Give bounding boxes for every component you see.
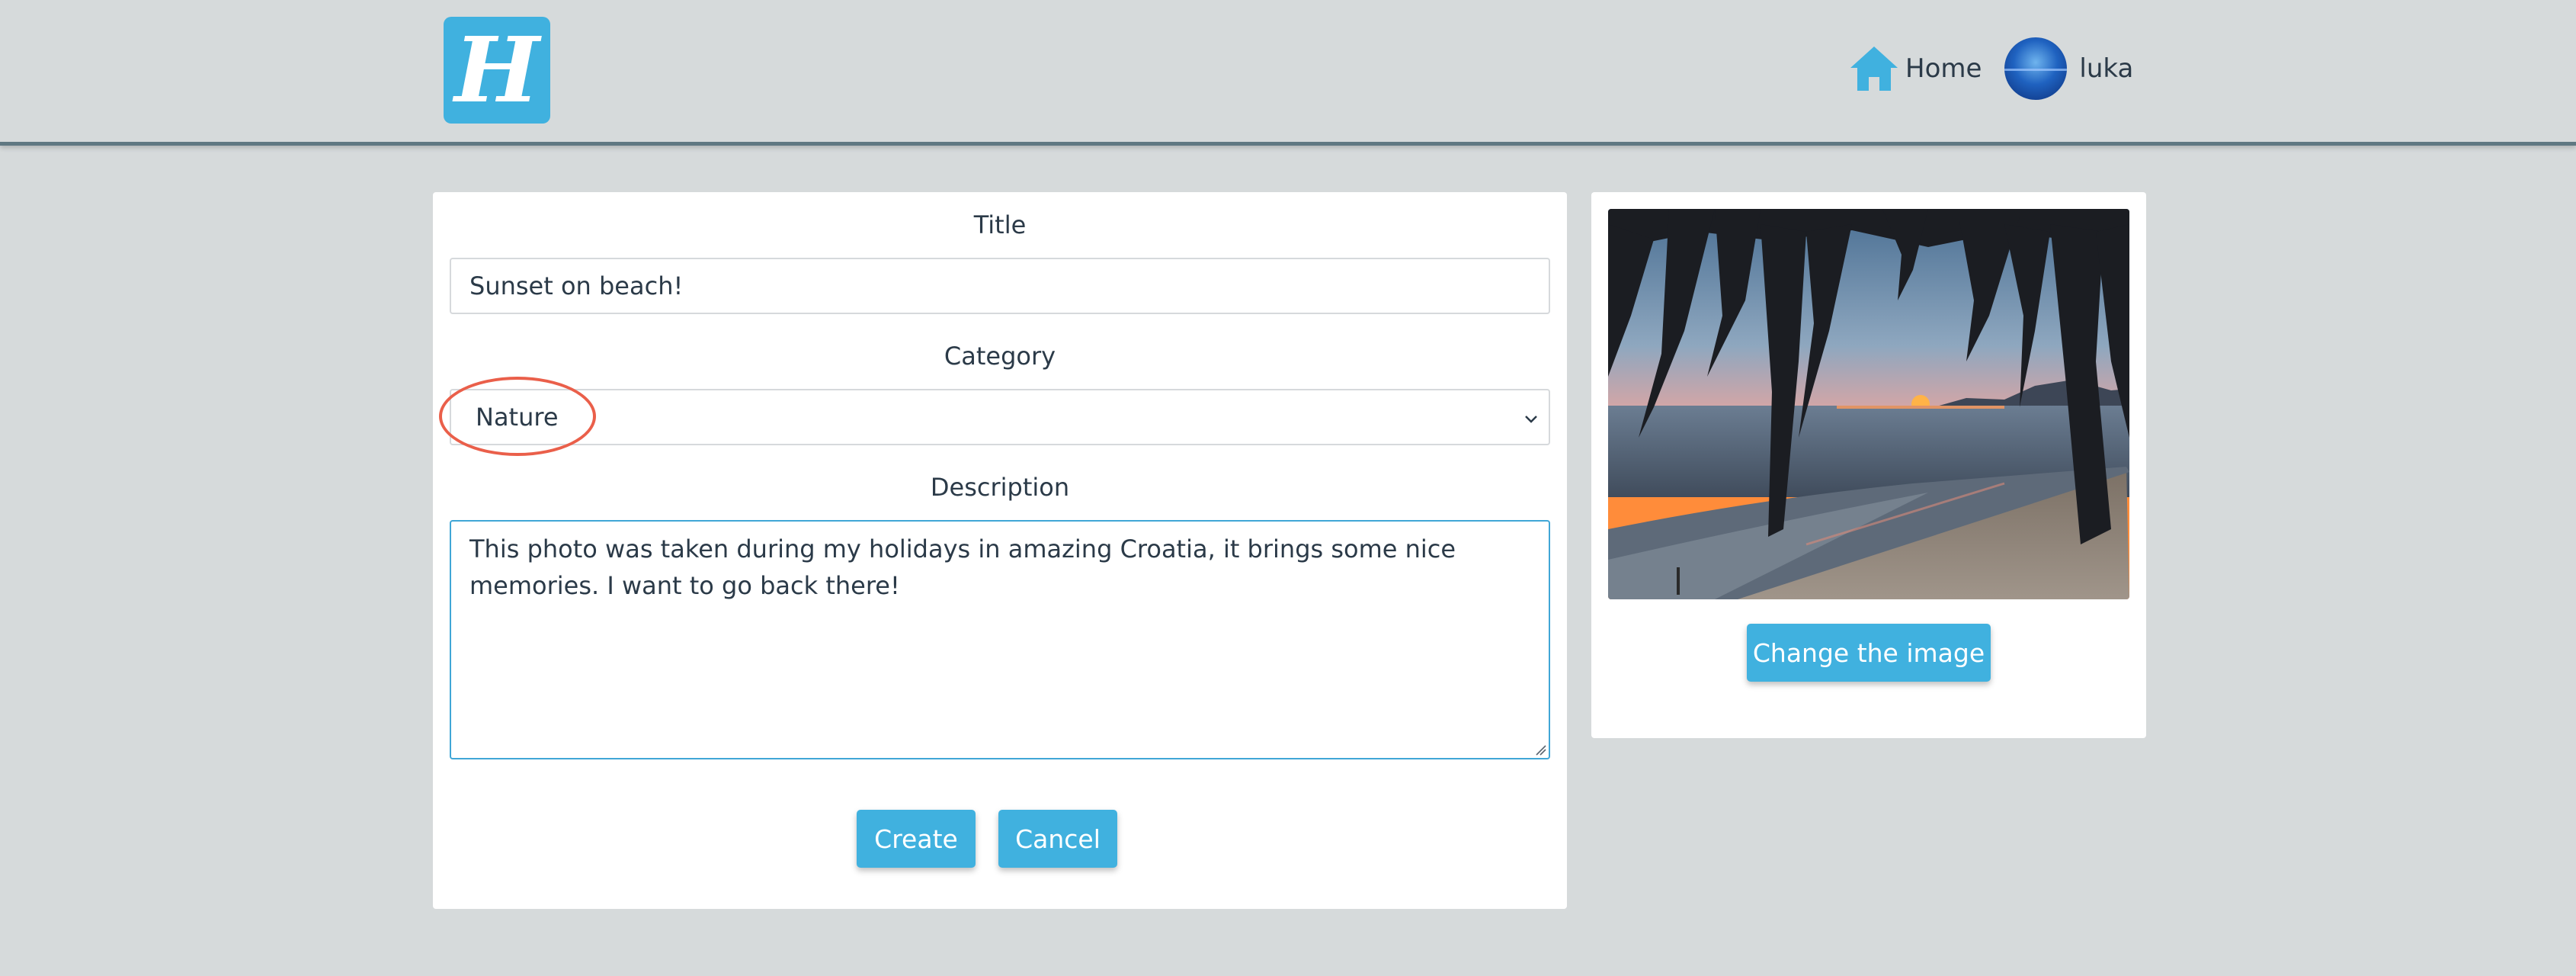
category-selected-value: Nature bbox=[476, 403, 559, 432]
logo-letter: H bbox=[454, 17, 540, 123]
title-input[interactable] bbox=[450, 258, 1550, 314]
username-label: luka bbox=[2079, 53, 2134, 84]
logo[interactable]: H bbox=[444, 17, 550, 124]
user-menu[interactable]: luka bbox=[2004, 37, 2133, 100]
change-image-button[interactable]: Change the image bbox=[1747, 624, 1991, 682]
sunset-beach-photo bbox=[1608, 209, 2129, 599]
image-panel: Change the image bbox=[1591, 192, 2146, 738]
category-select[interactable]: Nature bbox=[439, 377, 1550, 456]
title-label: Title bbox=[973, 210, 1027, 239]
description-label: Description bbox=[930, 473, 1070, 502]
home-icon bbox=[1850, 47, 1898, 91]
resize-handle-icon[interactable] bbox=[1535, 744, 1547, 756]
category-label: Category bbox=[944, 342, 1056, 371]
home-link[interactable]: Home bbox=[1849, 45, 1982, 92]
description-textarea[interactable]: This photo was taken during my holidays … bbox=[450, 520, 1550, 759]
create-button[interactable]: Create bbox=[857, 810, 976, 868]
chevron-down-icon bbox=[1525, 416, 1537, 423]
home-label: Home bbox=[1905, 53, 1982, 84]
top-navbar: H Home luka bbox=[0, 0, 2576, 146]
create-post-form: Title Category Nature Description This p… bbox=[433, 192, 1567, 909]
avatar bbox=[2004, 37, 2068, 100]
nav-links: Home luka bbox=[1849, 37, 2133, 101]
cancel-button[interactable]: Cancel bbox=[998, 810, 1117, 868]
